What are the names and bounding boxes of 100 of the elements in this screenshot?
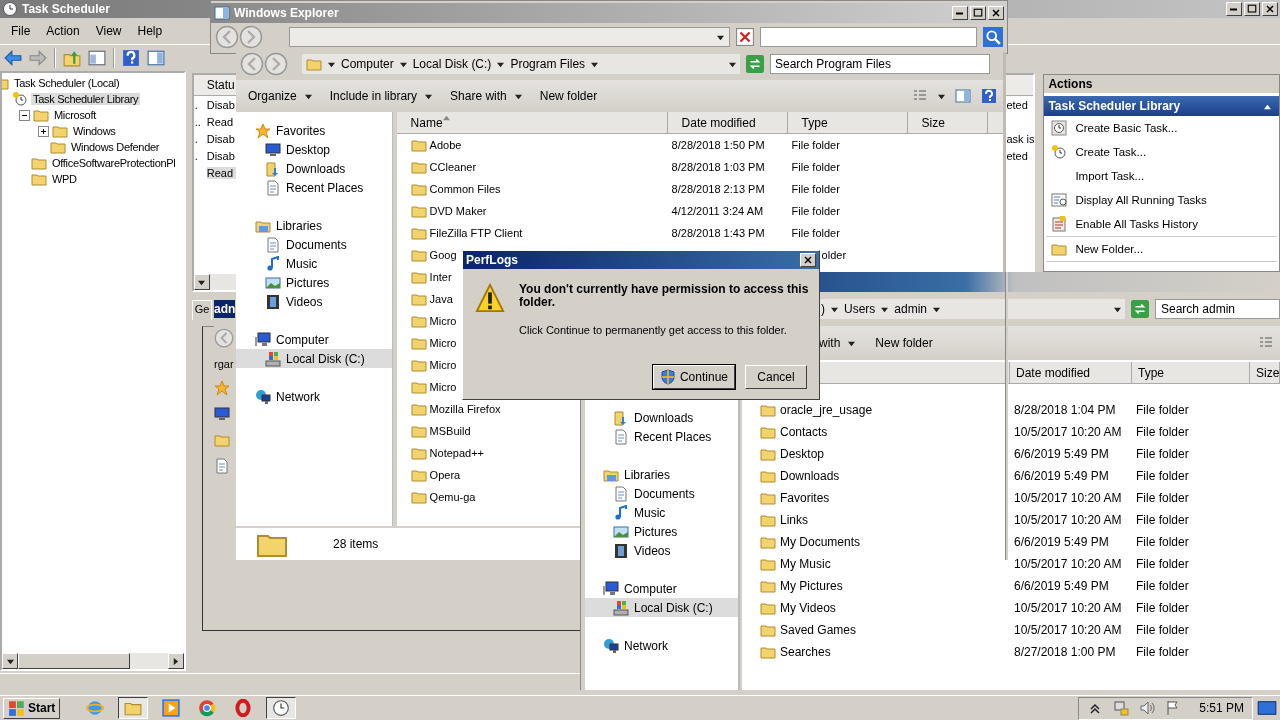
file-name[interactable]: Saved Games xyxy=(780,623,857,637)
nav-item[interactable]: Videos xyxy=(585,541,738,560)
refresh-icon[interactable] xyxy=(746,55,764,73)
file-name[interactable]: Java xyxy=(429,293,453,305)
expander-box[interactable] xyxy=(38,125,49,137)
file-name[interactable]: Inter xyxy=(429,271,452,283)
speaker-icon[interactable] xyxy=(1139,700,1156,716)
file-name[interactable]: Contacts xyxy=(780,425,828,439)
breadcrumb[interactable]: Users xyxy=(844,302,876,316)
section-header[interactable]: Task Scheduler Library xyxy=(1044,96,1279,116)
back-button[interactable] xyxy=(240,52,264,76)
address-bar[interactable]: ) Users admin xyxy=(817,299,1125,319)
column-header[interactable]: Type xyxy=(787,112,908,133)
nav-item[interactable]: Local Disk (C:) xyxy=(236,349,392,368)
file-name[interactable]: Qemu-ga xyxy=(429,491,476,503)
nav-item[interactable]: Documents xyxy=(236,235,392,254)
tree-item[interactable]: Windows Defender xyxy=(69,141,162,153)
breadcrumb[interactable]: admin xyxy=(894,302,928,316)
column-header[interactable]: Date modified xyxy=(1010,362,1132,383)
nav-item[interactable]: Pictures xyxy=(236,273,392,292)
action-link[interactable]: Display All Running Tasks xyxy=(1075,194,1207,206)
breadcrumb[interactable]: Program Files xyxy=(510,57,586,71)
taskbar-app[interactable] xyxy=(118,697,149,719)
tree-item[interactable]: Task Scheduler (Local) xyxy=(12,77,122,89)
nav-item[interactable]: Documents xyxy=(585,484,738,503)
file-name[interactable]: Micro xyxy=(429,359,457,371)
column-header[interactable]: Date modified xyxy=(667,112,788,133)
file-name[interactable]: Downloads xyxy=(780,469,840,483)
taskbar-app[interactable] xyxy=(266,697,297,719)
show-desktop-icon[interactable] xyxy=(1257,698,1277,718)
nav-item[interactable]: Videos xyxy=(236,292,392,311)
address-field[interactable] xyxy=(289,27,730,47)
column-header[interactable]: Name xyxy=(396,112,668,133)
nav-item[interactable]: Favorites xyxy=(236,121,392,140)
file-name[interactable]: Goog xyxy=(429,249,457,261)
file-name[interactable]: oracle_jre_usage xyxy=(780,403,873,417)
action-link[interactable]: Enable All Tasks History xyxy=(1075,218,1198,230)
menu-item[interactable]: Action xyxy=(38,24,88,38)
nav-item[interactable]: Downloads xyxy=(585,408,738,427)
menu-item[interactable]: Help xyxy=(129,24,171,38)
file-name[interactable]: MSBuild xyxy=(429,425,471,437)
panel-icon[interactable] xyxy=(955,88,971,104)
clock[interactable]: 5:51 PM xyxy=(1199,701,1244,715)
nav-item[interactable]: Libraries xyxy=(585,465,738,484)
close-button[interactable] xyxy=(1262,2,1278,16)
nav-item[interactable]: Desktop xyxy=(236,140,392,159)
tree-item[interactable]: Task Scheduler Library xyxy=(31,93,141,105)
tree-item[interactable]: Microsoft xyxy=(52,109,98,121)
file-name[interactable]: Favorites xyxy=(780,491,830,505)
file-name[interactable]: My Documents xyxy=(780,535,861,549)
refresh-icon[interactable] xyxy=(1131,300,1149,318)
maximize-button[interactable] xyxy=(970,6,986,20)
column-header[interactable]: Size xyxy=(1250,362,1280,383)
nav-item[interactable]: Downloads xyxy=(236,159,392,178)
file-name[interactable]: Notepad++ xyxy=(429,447,485,459)
file-name[interactable]: Micro xyxy=(429,337,457,349)
help-icon[interactable] xyxy=(122,49,140,67)
nav-item[interactable]: Computer xyxy=(585,579,738,598)
forward-button[interactable] xyxy=(264,52,288,76)
file-name[interactable]: DVD Maker xyxy=(429,205,487,217)
tree-item[interactable]: OfficeSoftwareProtectionPl xyxy=(50,157,178,169)
action-link[interactable]: Create Task... xyxy=(1075,146,1147,158)
nav-item[interactable]: Recent Places xyxy=(236,178,392,197)
minimize-button[interactable] xyxy=(1226,2,1242,16)
network-icon[interactable] xyxy=(1113,700,1130,716)
expander-box[interactable] xyxy=(19,109,30,121)
action-link[interactable]: Import Task... xyxy=(1075,170,1145,182)
help-icon[interactable] xyxy=(981,88,997,104)
continue-button[interactable]: Continue xyxy=(652,365,735,389)
forward-icon[interactable] xyxy=(29,49,47,67)
file-name[interactable]: My Music xyxy=(780,557,831,571)
table-cell[interactable]: Read xyxy=(206,115,236,128)
close-button[interactable] xyxy=(988,6,1004,20)
nav-item[interactable]: Local Disk (C:) xyxy=(585,598,738,617)
file-name[interactable]: Micro xyxy=(429,315,457,327)
file-name[interactable]: My Pictures xyxy=(780,579,843,593)
nav-item[interactable]: Recent Places xyxy=(585,427,738,446)
tab[interactable]: Ge xyxy=(191,300,213,320)
file-name[interactable]: Desktop xyxy=(780,447,825,461)
tree-item[interactable]: Windows xyxy=(71,125,118,137)
nav-item[interactable]: Network xyxy=(236,387,392,406)
minimize-button[interactable] xyxy=(952,6,968,20)
table-cell[interactable]: Read xyxy=(206,166,236,179)
file-name[interactable]: Searches xyxy=(780,645,831,659)
file-name[interactable]: CCleaner xyxy=(429,161,477,173)
close-button[interactable] xyxy=(800,253,816,267)
address-bar[interactable]: Computer Local Disk (C:) Program Files xyxy=(302,54,740,74)
action-link[interactable]: New Folder... xyxy=(1075,243,1144,255)
nav-item[interactable]: Music xyxy=(236,254,392,273)
nav-item[interactable]: Computer xyxy=(236,330,392,349)
restore-button[interactable] xyxy=(1244,2,1260,16)
menu-item[interactable]: View xyxy=(87,24,130,38)
table-cell[interactable]: Disab xyxy=(206,132,236,145)
nav-item[interactable]: Pictures xyxy=(585,522,738,541)
toolbar-button[interactable]: Include in library xyxy=(323,86,439,106)
panel-icon[interactable] xyxy=(88,49,106,67)
column-header[interactable]: Type xyxy=(1132,362,1250,383)
file-name[interactable]: My Videos xyxy=(780,601,836,615)
tree-item[interactable]: WPD xyxy=(50,173,79,185)
table-cell[interactable]: Disab xyxy=(206,98,236,111)
